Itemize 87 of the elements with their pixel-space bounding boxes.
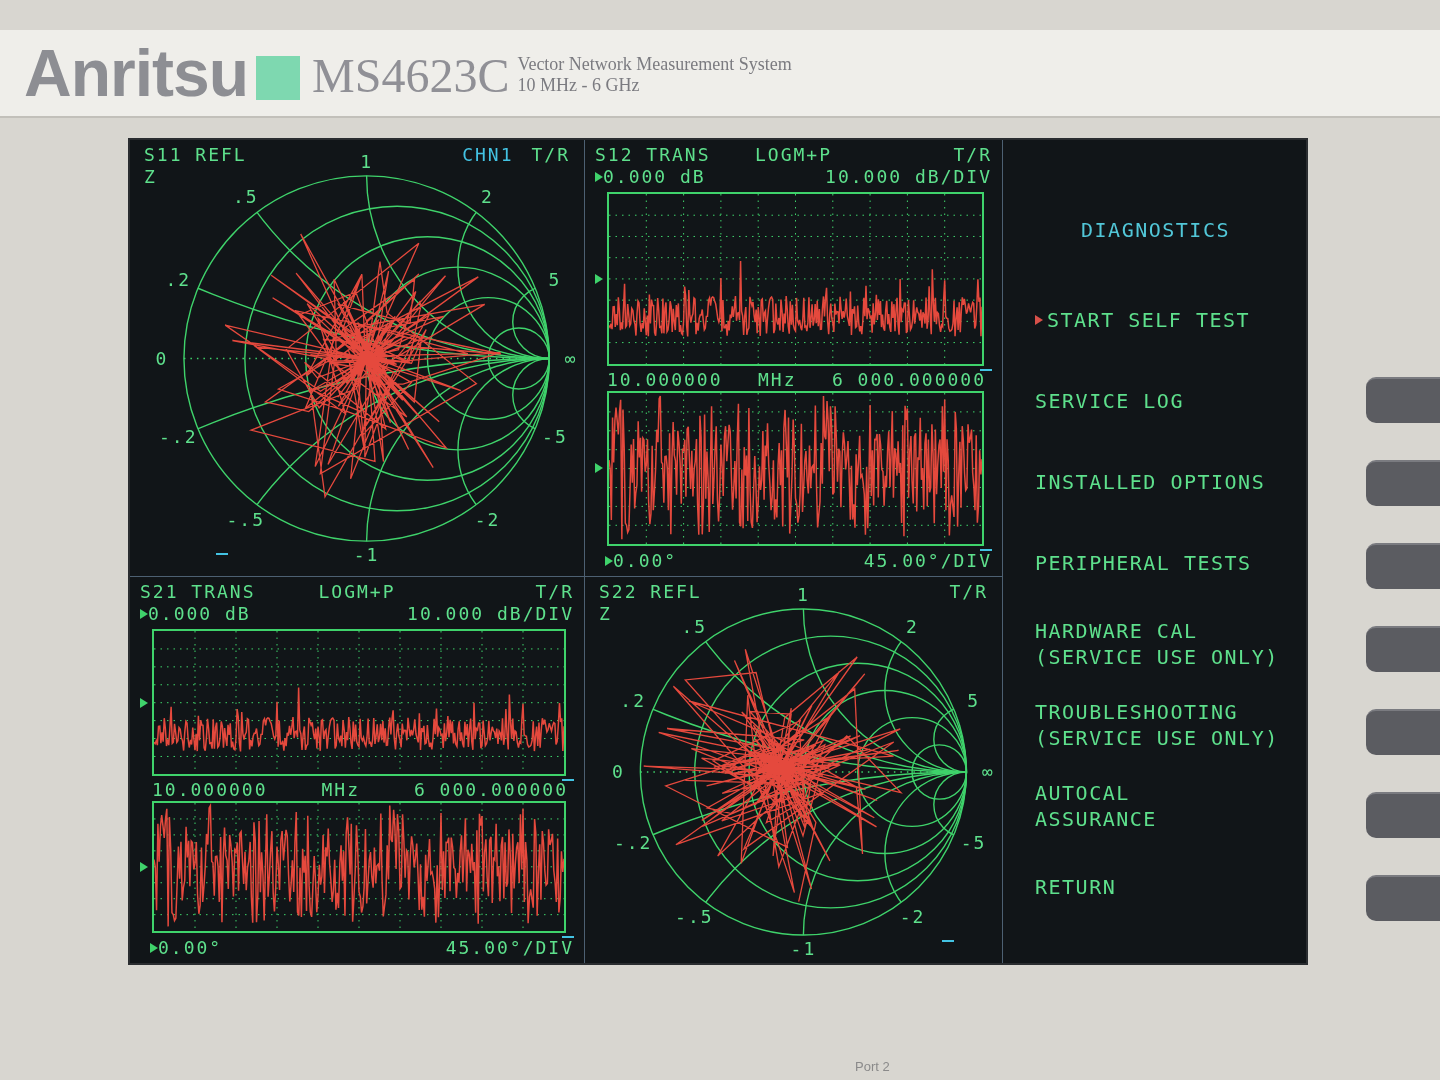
dash-icon [942,939,954,942]
stop-frequency: 6 000.000000 [413,779,568,802]
menu-item[interactable]: INSTALLED OPTIONS [1035,468,1266,495]
menu-item[interactable]: SERVICE LOG [1035,387,1184,414]
trace-title: S22 REFL [599,581,702,603]
dash-icon [980,549,992,551]
logo-square-icon [256,56,300,100]
reference-marker-icon [150,943,158,953]
smith-scale-label: .2 [620,691,646,712]
frequency-range: 10 MHz - 6 GHz [517,75,641,96]
model-name: MS4623C [312,52,510,100]
trace-title: S12 TRANS [595,144,711,166]
smith-scale-label: -2 [899,907,926,928]
smith-scale-label: 0 [611,762,625,782]
reference-marker-icon [605,556,613,566]
smith-scale-label: -.5 [675,907,714,928]
start-frequency: 10.000000 [607,368,723,391]
menu-item[interactable]: HARDWARE CAL (SERVICE USE ONLY) [1035,617,1279,670]
smith-scale-label: ∞ [982,762,995,782]
soft-key[interactable] [1366,709,1440,755]
smith-scale-label: 2 [906,616,919,637]
smith-scale-label: -1 [353,545,380,566]
mode-label: T/R [953,144,992,166]
smith-scale-label: -1 [790,939,817,959]
mode-label: T/R [535,581,574,603]
channel-label: CHN1 [462,144,514,166]
menu-item[interactable]: AUTOCAL ASSURANCE [1035,779,1157,832]
soft-key[interactable] [1366,626,1440,672]
stop-frequency: 6 000.000000 [831,368,986,391]
dash-icon [216,552,229,555]
trace-title: S11 REFL [144,144,247,166]
frequency-unit: MHz [758,368,797,391]
menu-item[interactable]: PERIPHERAL TESTS [1035,549,1252,576]
smith-scale-label: 0 [155,348,169,369]
smith-scale-label: ∞ [564,348,578,369]
reference-value: 0.000 dB [148,603,251,625]
menu-item[interactable]: TROUBLESHOOTING (SERVICE USE ONLY) [1035,698,1279,751]
soft-key[interactable] [1366,377,1440,423]
trace-title: S21 TRANS [140,581,256,603]
phase-scale: 45.00°/DIV [863,550,992,572]
smith-scale-label: -5 [542,426,568,447]
reference-marker-icon [595,172,603,182]
dash-icon [562,779,574,782]
soft-key[interactable] [1366,460,1440,506]
mode-label: T/R [531,144,570,166]
phase-reference: 0.00° [158,937,223,959]
smith-scale-label: 2 [481,187,494,208]
smith-scale-label: .5 [232,187,259,208]
reference-marker-icon [140,697,148,708]
soft-key[interactable] [1366,792,1440,838]
menu-title: DIAGNOSTICS [1081,219,1230,241]
phase-scale: 45.00°/DIV [445,937,574,959]
smith-scale-label: .5 [681,616,708,637]
dash-icon [980,368,992,371]
smith-scale-label: -2 [474,509,501,530]
scale-value: 10.000 dB/DIV [407,603,574,625]
smith-scale-label: 5 [967,691,981,712]
format-label: Z [599,603,612,625]
smith-scale-label: -.2 [159,426,198,447]
soft-key[interactable] [1366,875,1440,921]
smith-scale-label: 1 [796,584,810,605]
scale-value: 10.000 dB/DIV [825,166,992,188]
start-frequency: 10.000000 [152,779,268,802]
mode-label: T/R [949,581,988,603]
menu-item[interactable]: RETURN [1035,873,1117,900]
format-label: Z [144,166,157,188]
format-label: LOGM+P [755,144,832,166]
format-label: LOGM+P [318,581,396,603]
smith-scale-label: .2 [165,270,192,290]
phase-reference: 0.00° [613,550,678,572]
smith-scale-label: -5 [960,832,987,853]
menu-item[interactable]: START SELF TEST [1035,306,1251,333]
reference-value: 0.000 dB [603,166,706,188]
smith-scale-label: 5 [548,270,562,290]
soft-key[interactable] [1366,543,1440,589]
smith-scale-label: -.5 [226,509,265,530]
dash-icon [562,936,574,938]
port-label: Port 2 [855,1058,890,1076]
smith-scale-label: -.2 [613,832,653,853]
reference-marker-icon [140,862,148,873]
reference-marker-icon [595,273,603,284]
reference-marker-icon [140,609,148,619]
frequency-unit: MHz [321,779,360,802]
product-description: Vector Network Measurement System [517,54,792,75]
reference-marker-icon [595,463,603,474]
brand-name: Anritsu [24,40,248,106]
smith-scale-label: 1 [360,151,373,172]
